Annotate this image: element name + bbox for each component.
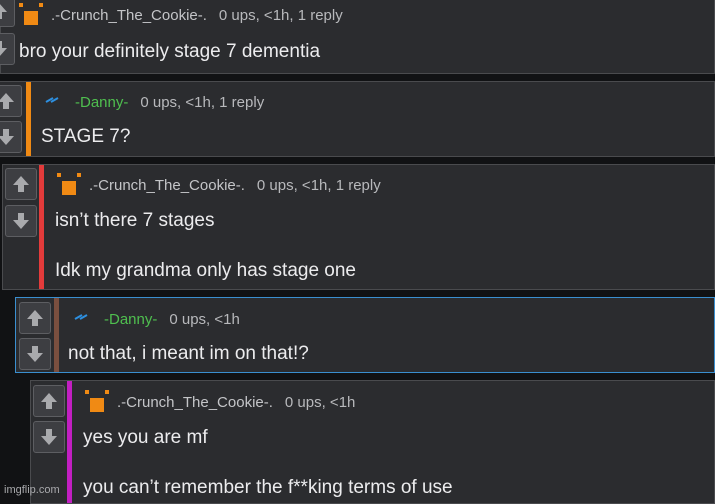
username-link[interactable]: .-Crunch_The_Cookie-. xyxy=(117,394,273,411)
comment-meta: 0 ups, <1h, 1 reply xyxy=(218,6,343,24)
cookie-avatar-icon[interactable] xyxy=(85,390,109,414)
comment-text: bro your definitely stage 7 dementia xyxy=(19,41,321,62)
comment-meta: 0 ups, <1h xyxy=(284,393,356,411)
arrow-down-icon xyxy=(27,346,43,362)
comment-header: -Danny- 0 ups, <1h, 1 reply xyxy=(0,90,714,114)
comment-header: .-Crunch_The_Cookie-. 0 ups, <1h, 1 repl… xyxy=(1,3,714,27)
downvote-button[interactable] xyxy=(0,121,22,153)
comment-text: STAGE 7? xyxy=(41,126,131,147)
watermark: imgflip.com xyxy=(4,484,60,496)
arrow-down-icon xyxy=(0,41,7,56)
username-link[interactable]: .-Crunch_The_Cookie-. xyxy=(51,7,207,24)
comment-text-line-2: you can’t remember the f**king terms of … xyxy=(83,477,453,498)
comment-meta: 0 ups, <1h, 1 reply xyxy=(256,176,381,194)
cookie-avatar-icon[interactable] xyxy=(57,173,81,197)
comment-text-line-2: Idk my grandma only has stage one xyxy=(55,260,357,281)
comment-3: .-Crunch_The_Cookie-. 0 ups, <1h, 1 repl… xyxy=(2,164,715,290)
danny-avatar-icon[interactable] xyxy=(43,90,67,114)
arrow-down-icon xyxy=(13,213,29,229)
danny-avatar-icon[interactable] xyxy=(72,307,96,331)
downvote-button[interactable] xyxy=(33,421,65,453)
username-link[interactable]: -Danny- xyxy=(75,94,128,111)
comment-header: .-Crunch_The_Cookie-. 0 ups, <1h, 1 repl… xyxy=(3,173,714,197)
downvote-button[interactable] xyxy=(5,205,37,237)
comment-5: .-Crunch_The_Cookie-. 0 ups, <1h yes you… xyxy=(30,380,715,504)
arrow-down-icon xyxy=(0,129,14,145)
username-link[interactable]: .-Crunch_The_Cookie-. xyxy=(89,177,245,194)
arrow-down-icon xyxy=(41,429,57,445)
comment-2: -Danny- 0 ups, <1h, 1 reply STAGE 7? xyxy=(0,81,715,157)
comment-header: .-Crunch_The_Cookie-. 0 ups, <1h xyxy=(31,390,714,414)
comment-header: -Danny- 0 ups, <1h xyxy=(16,307,714,331)
comment-meta: 0 ups, <1h, 1 reply xyxy=(140,93,265,111)
comment-1: .-Crunch_The_Cookie-. 0 ups, <1h, 1 repl… xyxy=(0,0,715,74)
downvote-button[interactable] xyxy=(19,338,51,370)
comment-meta: 0 ups, <1h xyxy=(169,310,240,328)
comment-4: -Danny- 0 ups, <1h not that, i meant im … xyxy=(15,297,715,373)
comment-text-line-1: isn’t there 7 stages xyxy=(55,210,215,231)
username-link[interactable]: -Danny- xyxy=(104,311,157,328)
cookie-avatar-icon[interactable] xyxy=(19,3,43,27)
comment-text-line-1: yes you are mf xyxy=(83,427,208,448)
downvote-button[interactable] xyxy=(0,33,15,65)
comment-text: not that, i meant im on that!? xyxy=(68,343,309,364)
